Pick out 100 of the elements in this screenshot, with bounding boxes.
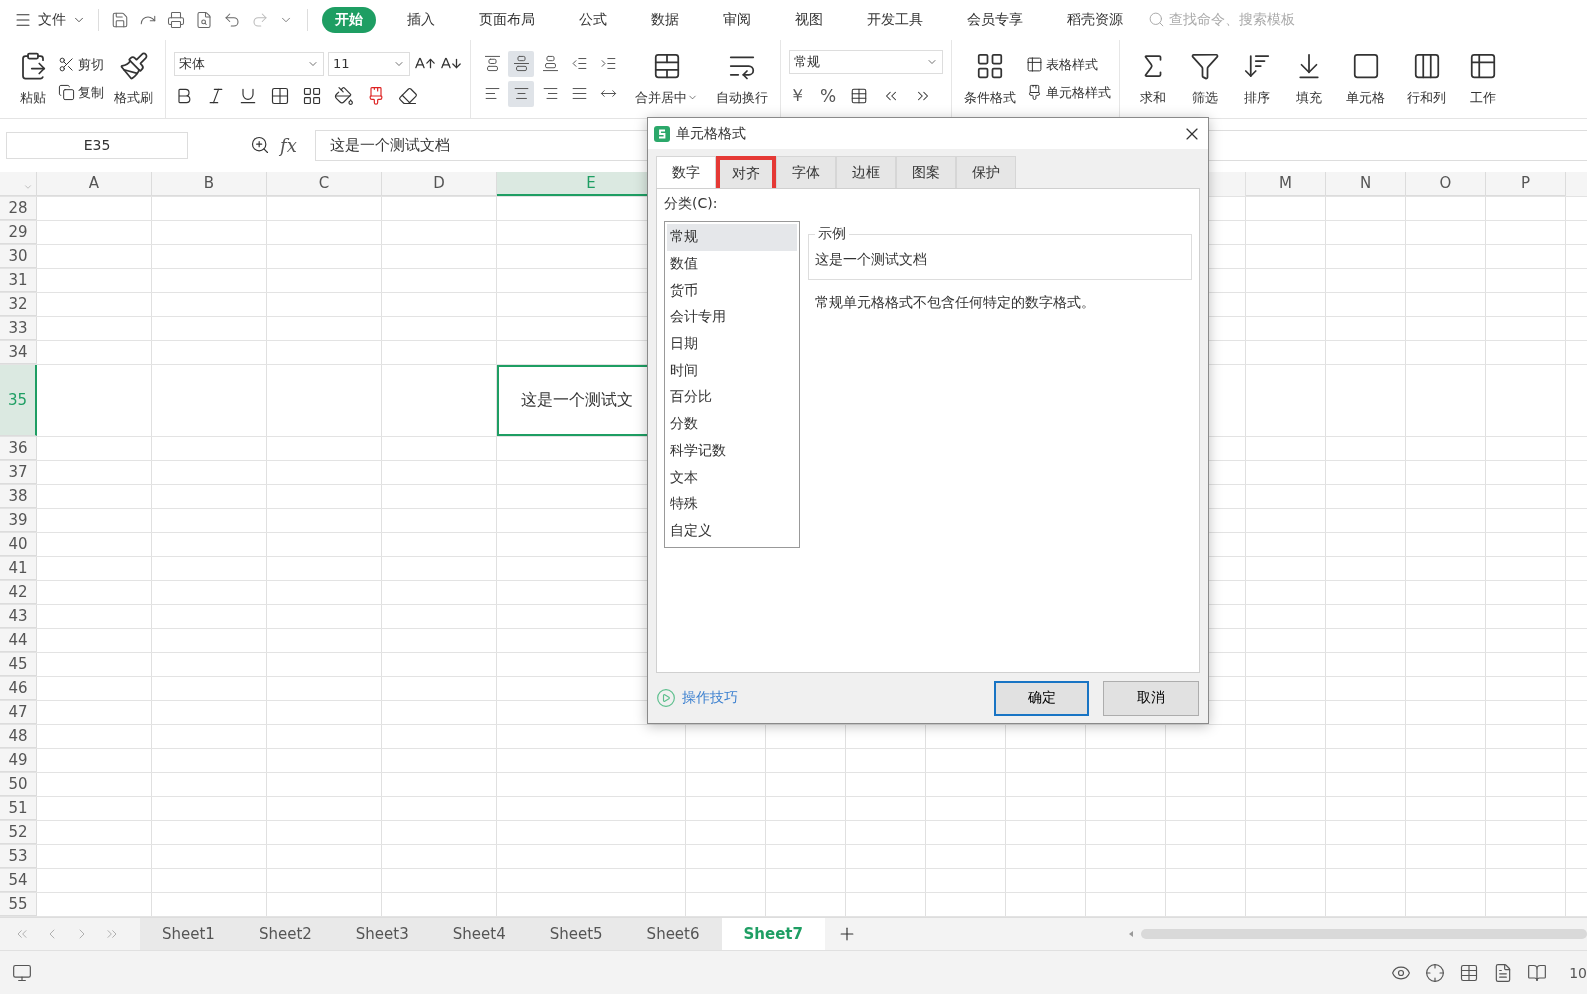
menu-tab[interactable]: 稻壳资源: [1054, 6, 1136, 33]
column-header[interactable]: C: [267, 171, 382, 196]
cell-style-button[interactable]: 单元格样式: [1026, 83, 1111, 102]
dialog-tab[interactable]: 字体: [776, 156, 836, 188]
row-header[interactable]: 48: [0, 724, 37, 748]
reading-view-icon: [1527, 962, 1548, 983]
ribbon-button[interactable]: 填充: [1290, 46, 1328, 111]
row-header[interactable]: 55: [0, 892, 37, 916]
row-header[interactable]: 38: [0, 484, 37, 508]
dialog-tab[interactable]: 对齐: [716, 156, 776, 188]
row-header[interactable]: 54: [0, 868, 37, 892]
column-header[interactable]: B: [152, 171, 267, 196]
category-item[interactable]: 数值: [667, 250, 797, 278]
category-item[interactable]: 会计专用: [667, 304, 797, 331]
ribbon-button[interactable]: 行和列: [1403, 46, 1450, 111]
font-select[interactable]: 宋体: [174, 51, 324, 76]
currency-button[interactable]: ￥: [789, 84, 806, 108]
row-header[interactable]: 43: [0, 604, 37, 628]
ribbon-button[interactable]: 排序: [1238, 46, 1276, 111]
category-item[interactable]: 货币: [667, 277, 797, 305]
tips-link[interactable]: 操作技巧: [682, 689, 738, 707]
category-item[interactable]: 常规: [667, 224, 797, 251]
category-item[interactable]: 科学记数: [667, 437, 797, 465]
row-header[interactable]: 51: [0, 796, 37, 820]
row-header[interactable]: 41: [0, 556, 37, 580]
row-header[interactable]: 53: [0, 844, 37, 868]
file-menu[interactable]: 文件: [14, 8, 99, 31]
row-header[interactable]: 42: [0, 580, 37, 604]
row-header[interactable]: 31: [0, 268, 37, 292]
copy-button[interactable]: 复制: [58, 83, 104, 102]
column-header[interactable]: D: [382, 171, 497, 196]
dialog-tab[interactable]: 图案: [896, 156, 956, 188]
row-header[interactable]: 37: [0, 460, 37, 484]
menu-tab[interactable]: 数据: [638, 6, 692, 33]
paste-button[interactable]: 粘贴: [14, 46, 52, 111]
ok-button[interactable]: 确定: [994, 680, 1089, 716]
dialog-tab[interactable]: 边框: [836, 156, 896, 188]
menu-tab[interactable]: 开发工具: [854, 6, 936, 33]
menu-tab[interactable]: 插入: [394, 6, 448, 33]
dialog-tab[interactable]: 数字: [656, 156, 716, 188]
merge-center-button[interactable]: 合并居中: [631, 46, 702, 111]
column-header[interactable]: N: [1326, 171, 1406, 196]
category-item[interactable]: 自定义: [667, 517, 797, 545]
align-center-button[interactable]: [508, 80, 534, 107]
ribbon-button[interactable]: 求和: [1134, 46, 1172, 111]
percent-button[interactable]: %: [820, 85, 837, 106]
wrap-text-button[interactable]: 自动换行: [712, 46, 772, 111]
column-header[interactable]: A: [37, 171, 152, 196]
row-header[interactable]: 49: [0, 748, 37, 772]
row-header[interactable]: 28: [0, 196, 37, 220]
menu-tab[interactable]: 页面布局: [466, 6, 548, 33]
menu-tab[interactable]: 视图: [782, 6, 836, 33]
menu-tab[interactable]: 审阅: [710, 6, 764, 33]
sheet-tab[interactable]: Sheet1: [140, 918, 237, 951]
row-header[interactable]: 39: [0, 508, 37, 532]
row-header[interactable]: 52: [0, 820, 37, 844]
row-header[interactable]: 36: [0, 436, 37, 460]
sheet-tab[interactable]: Sheet4: [430, 918, 528, 951]
align-middle-button[interactable]: [508, 50, 534, 77]
row-header[interactable]: 33: [0, 316, 37, 340]
row-header[interactable]: 50: [0, 772, 37, 796]
row-header[interactable]: 29: [0, 220, 37, 244]
number-format-select[interactable]: 常规: [789, 50, 943, 75]
row-header[interactable]: 46: [0, 676, 37, 700]
cut-button[interactable]: 剪切: [58, 55, 104, 74]
column-header[interactable]: P: [1486, 171, 1566, 196]
row-header[interactable]: 34: [0, 340, 37, 364]
menu-tab[interactable]: 公式: [566, 6, 620, 33]
row-header[interactable]: 44: [0, 628, 37, 652]
conditional-format-button[interactable]: 条件格式: [960, 46, 1020, 111]
format-description: 常规单元格格式不包含任何特定的数字格式。: [814, 294, 1096, 312]
sheet-tab[interactable]: Sheet2: [236, 918, 334, 951]
cancel-button[interactable]: 取消: [1103, 680, 1199, 716]
row-header[interactable]: 47: [0, 700, 37, 724]
zoom-level: 10: [1569, 964, 1587, 981]
paintbrush-icon: [118, 50, 149, 81]
format-painter-button[interactable]: 格式刷: [110, 46, 157, 111]
column-header[interactable]: O: [1406, 171, 1486, 196]
row-header[interactable]: 30: [0, 244, 37, 268]
table-style-button[interactable]: 表格样式: [1026, 55, 1111, 74]
sheet-tab[interactable]: Sheet3: [333, 918, 431, 951]
row-header[interactable]: 45: [0, 652, 37, 676]
menu-tab[interactable]: 会员专享: [954, 6, 1036, 33]
ribbon-button[interactable]: 工作: [1464, 46, 1502, 111]
category-item[interactable]: 日期: [667, 330, 797, 358]
column-header[interactable]: M: [1246, 171, 1326, 196]
category-item[interactable]: 文本: [667, 464, 797, 491]
category-label: 分类(C):: [664, 195, 719, 213]
font-size-select[interactable]: 11: [328, 51, 410, 76]
name-box[interactable]: E35: [6, 131, 188, 159]
category-item[interactable]: 特殊: [667, 490, 797, 518]
scissors-icon: [58, 56, 75, 74]
ribbon-button[interactable]: 筛选: [1186, 46, 1224, 111]
ribbon-button[interactable]: 单元格: [1342, 46, 1389, 111]
sheet-tab[interactable]: Sheet5: [527, 918, 625, 951]
row-header[interactable]: 32: [0, 292, 37, 316]
sample-legend: 示例: [815, 225, 849, 243]
row-header[interactable]: 40: [0, 532, 37, 556]
dialog-tab[interactable]: 保护: [956, 156, 1016, 188]
sheet-tab[interactable]: Sheet6: [624, 918, 722, 951]
